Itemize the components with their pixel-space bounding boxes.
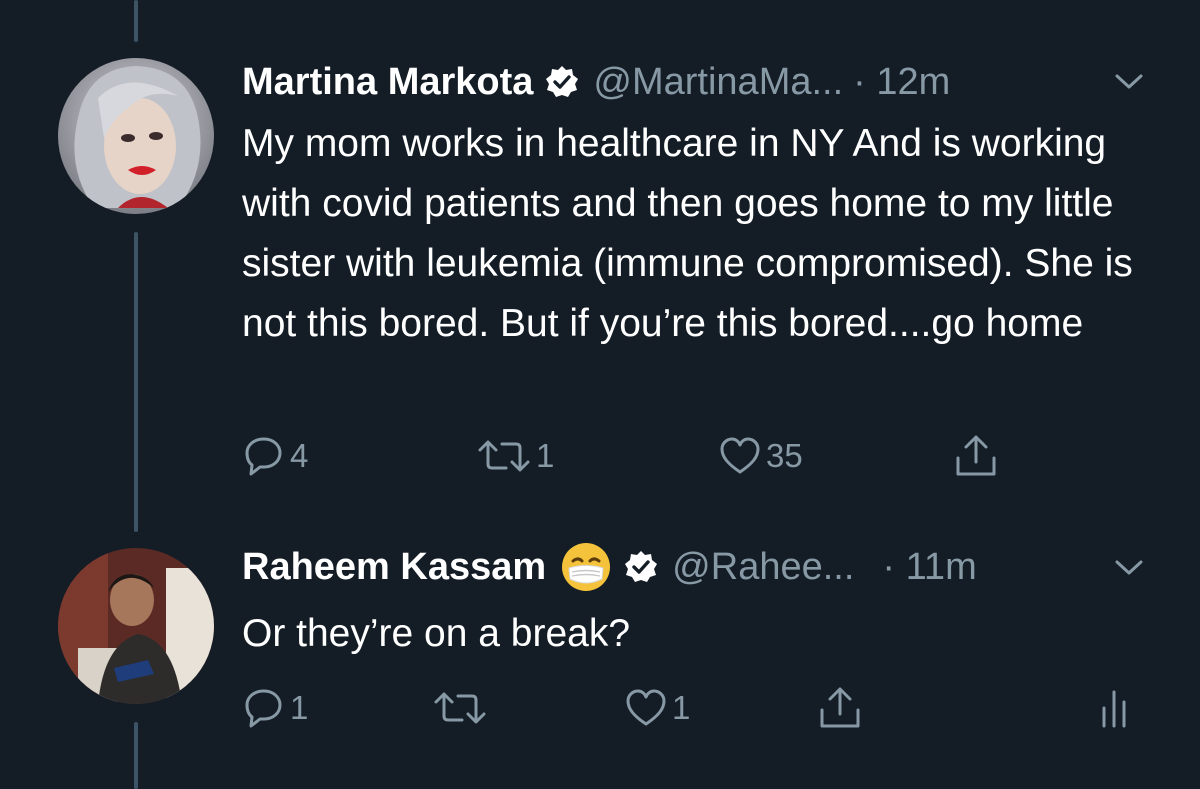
tweet-text: My mom works in healthcare in NY And is … <box>242 122 1133 345</box>
share-button[interactable] <box>952 434 1000 480</box>
verified-badge-icon <box>545 65 579 99</box>
verified-badge-icon <box>624 550 658 584</box>
analytics-icon <box>1102 690 1126 728</box>
tweet-text: Or they’re on a break? <box>242 612 631 655</box>
avatar[interactable] <box>58 548 214 704</box>
like-button[interactable]: 1 <box>624 686 690 730</box>
reply-count: 1 <box>290 689 309 726</box>
retweet-count: 1 <box>536 437 555 474</box>
like-button[interactable]: 35 <box>718 434 803 478</box>
reply-count: 4 <box>290 437 309 474</box>
chevron-down-icon[interactable] <box>1114 72 1144 92</box>
tweet-header: Raheem Kassam @Rahee... · 11m <box>242 540 977 594</box>
handle[interactable]: @MartinaMa... <box>593 61 843 104</box>
display-name[interactable]: Martina Markota <box>242 61 533 104</box>
display-name[interactable]: Raheem Kassam <box>242 546 546 589</box>
chevron-down-icon[interactable] <box>1114 558 1144 578</box>
face-with-medical-mask-icon <box>560 541 612 593</box>
tweet[interactable]: Martina Markota @MartinaMa... · 12m My m… <box>0 0 1200 520</box>
tweet-actions: 1 1 <box>242 686 1142 736</box>
tweet-header: Martina Markota @MartinaMa... · 12m <box>242 56 950 108</box>
share-icon <box>956 435 996 476</box>
reply-button[interactable]: 4 <box>242 434 308 478</box>
reply-icon <box>245 437 282 476</box>
share-icon <box>820 687 860 728</box>
retweet-button[interactable]: 1 <box>476 434 554 478</box>
avatar[interactable] <box>58 58 214 214</box>
like-count: 1 <box>672 689 691 726</box>
reply-button[interactable]: 1 <box>242 686 308 730</box>
heart-icon <box>626 689 666 726</box>
heart-icon <box>720 437 760 474</box>
analytics-button[interactable] <box>1098 686 1134 730</box>
timestamp[interactable]: · 11m <box>882 546 976 589</box>
tweet[interactable]: Raheem Kassam @Rahee... · 11m Or they’re… <box>0 520 1200 789</box>
tweet-actions: 4 1 35 <box>242 434 1142 484</box>
handle[interactable]: @Rahee... <box>672 546 854 589</box>
retweet-icon <box>434 692 486 724</box>
timestamp[interactable]: · 12m <box>853 61 950 104</box>
retweet-icon <box>478 440 530 472</box>
like-count: 35 <box>766 437 803 474</box>
share-button[interactable] <box>816 686 864 732</box>
reply-icon <box>245 689 282 728</box>
retweet-button[interactable] <box>432 686 492 730</box>
